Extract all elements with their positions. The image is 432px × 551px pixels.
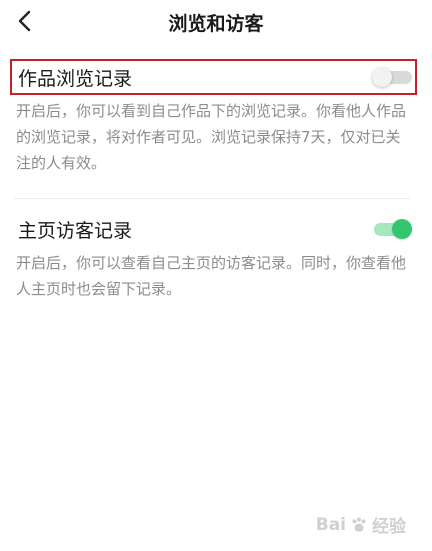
- setting-label: 主页访客记录: [18, 219, 133, 242]
- toggle-knob: [372, 67, 392, 87]
- works-view-history-toggle[interactable]: [372, 66, 412, 88]
- watermark-brand-suffix: 经验: [372, 517, 406, 537]
- paw-icon: [352, 517, 366, 532]
- watermark: Bai 经验: [315, 512, 406, 538]
- setting-profile-visitors: 主页访客记录 开启后，你可以查看自己主页的访客记录。同时，你查看他人主页时也会留…: [14, 212, 416, 302]
- setting-description: 开启后，你可以看到自己作品下的浏览记录。你看他人作品的浏览记录，将对作者可见。浏…: [16, 102, 407, 172]
- toggle-knob: [392, 219, 412, 239]
- setting-row: 主页访客记录: [14, 212, 416, 246]
- setting-description: 开启后，你可以查看自己主页的访客记录。同时，你查看他人主页时也会留下记录。: [16, 254, 407, 298]
- watermark-brand: Bai: [315, 514, 346, 535]
- setting-label: 作品浏览记录: [18, 67, 133, 90]
- divider: [14, 198, 410, 199]
- top-bar: 浏览和访客: [0, 0, 432, 44]
- setting-row: 作品浏览记录: [10, 59, 417, 95]
- setting-works-view-history: 作品浏览记录 开启后，你可以看到自己作品下的浏览记录。你看他人作品的浏览记录，将…: [10, 59, 417, 176]
- page-title: 浏览和访客: [168, 13, 264, 35]
- profile-visitors-toggle[interactable]: [372, 218, 412, 240]
